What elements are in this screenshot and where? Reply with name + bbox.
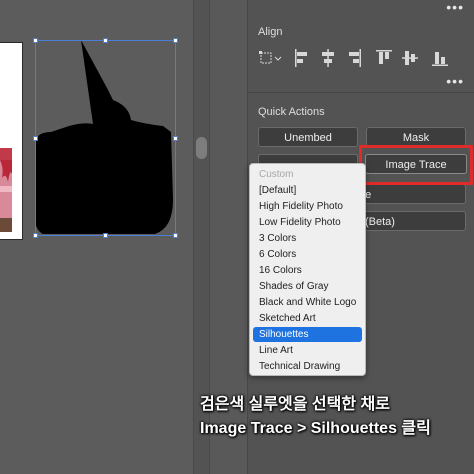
vertical-align-center-icon[interactable] [401, 48, 419, 68]
caption-line-1: 검은색 실루엣을 선택한 채로 [200, 396, 390, 413]
menu-item-low-fidelity-photo[interactable]: Low Fidelity Photo [253, 215, 362, 230]
selection-handle[interactable] [33, 136, 38, 141]
selection-handle[interactable] [173, 136, 178, 141]
image-trace-highlight [359, 145, 473, 185]
menu-item-shades-of-gray[interactable]: Shades of Gray [253, 279, 362, 294]
mask-button[interactable]: Mask [366, 127, 466, 147]
cake-image [0, 148, 12, 232]
horizontal-align-left-icon[interactable] [293, 48, 311, 68]
selection-handle[interactable] [103, 233, 108, 238]
horizontal-align-center-icon[interactable] [319, 48, 337, 68]
selection-handle[interactable] [173, 38, 178, 43]
selection-handle[interactable] [33, 233, 38, 238]
menu-item-line-art[interactable]: Line Art [253, 343, 362, 358]
menu-item-default[interactable]: [Default] [253, 183, 362, 198]
menu-item-3-colors[interactable]: 3 Colors [253, 231, 362, 246]
more-options-icon[interactable]: ••• [446, 74, 464, 88]
caption-line-2: Image Trace > Silhouettes 클릭 [200, 420, 431, 437]
menu-item-black-and-white-logo[interactable]: Black and White Logo [253, 295, 362, 310]
align-section-title: Align [258, 26, 283, 38]
menu-item-sketched-art[interactable]: Sketched Art [253, 311, 362, 326]
menu-item-technical-drawing[interactable]: Technical Drawing [253, 359, 362, 374]
image-trace-preset-menu: Custom [Default] High Fidelity Photo Low… [249, 163, 366, 376]
unembed-button[interactable]: Unembed [258, 127, 358, 147]
menu-item-silhouettes[interactable]: Silhouettes [253, 327, 362, 342]
panel-divider [248, 92, 474, 93]
horizontal-align-right-icon[interactable] [345, 48, 363, 68]
artboard-edge [0, 42, 23, 240]
scrollbar-thumb[interactable] [196, 137, 207, 159]
vertical-align-top-icon[interactable] [375, 48, 393, 68]
align-to-selection-icon[interactable] [258, 48, 284, 68]
menu-item-16-colors[interactable]: 16 Colors [253, 263, 362, 278]
selection-handle[interactable] [173, 233, 178, 238]
menu-item-high-fidelity-photo[interactable]: High Fidelity Photo [253, 199, 362, 214]
align-icons-row [258, 48, 468, 70]
menu-item-6-colors[interactable]: 6 Colors [253, 247, 362, 262]
selection-handle[interactable] [33, 38, 38, 43]
vertical-align-bottom-icon[interactable] [431, 48, 449, 68]
selection-bounding-box[interactable] [33, 38, 178, 238]
canvas-area[interactable] [0, 0, 193, 474]
selection-handle[interactable] [103, 38, 108, 43]
quick-actions-title: Quick Actions [258, 106, 325, 118]
more-options-icon[interactable]: ••• [446, 0, 464, 14]
menu-item-custom: Custom [259, 169, 294, 180]
